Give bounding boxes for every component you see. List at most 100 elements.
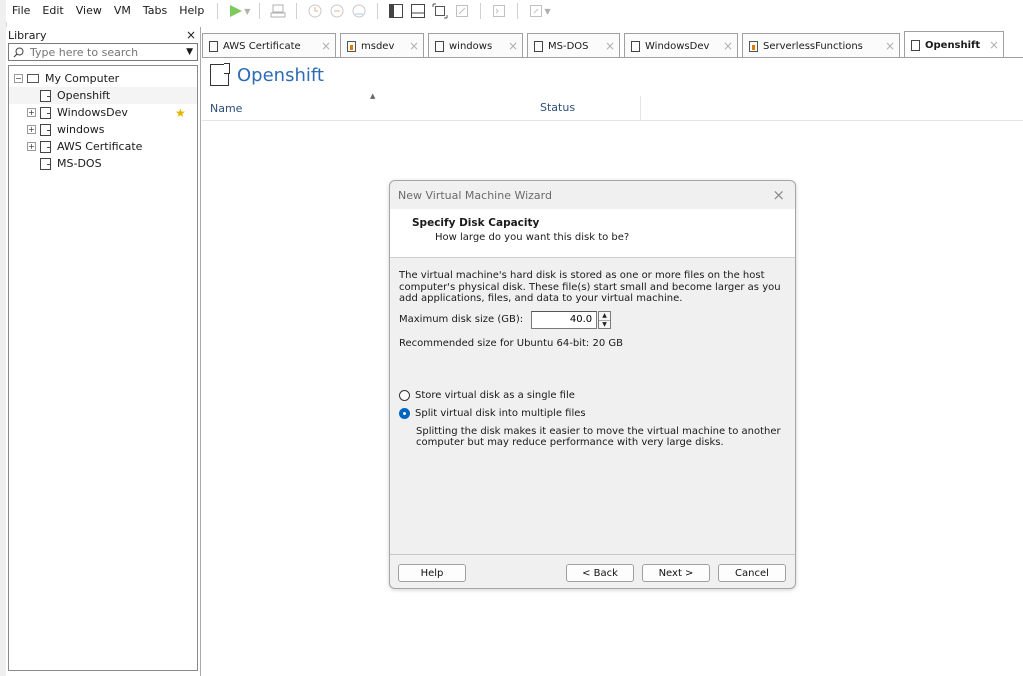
tab-close-icon[interactable]: × [717,39,733,53]
search-icon [13,47,24,57]
library-tree: − My Computer Openshift + WindowsDev ★ +… [8,65,198,671]
radio-label: Store virtual disk as a single file [415,390,575,401]
search-dropdown-icon[interactable]: ▼ [186,47,193,57]
radio-single-file[interactable]: Store virtual disk as a single file [399,387,786,405]
send-keys-icon[interactable] [267,1,289,21]
tree-item-label: My Computer [45,72,120,85]
tab-close-icon[interactable]: × [315,39,331,53]
thumbnail-bar-icon[interactable] [407,1,429,21]
menu-edit[interactable]: Edit [36,0,69,22]
expand-icon[interactable]: + [27,125,36,134]
column-header-label: Name [210,101,243,115]
fit-window-icon[interactable] [429,1,451,21]
tab-openshift[interactable]: Openshift × [904,31,1004,58]
radio-button-unselected[interactable] [399,390,410,401]
dialog-title: New Virtual Machine Wizard [398,188,552,202]
disk-size-spinner[interactable]: ▲ ▼ [598,310,612,329]
tab-msdev[interactable]: msdev × [340,33,424,58]
vm-icon [631,40,640,52]
spin-up-icon[interactable]: ▲ [599,312,611,321]
tab-serverlessfunctions[interactable]: ServerlessFunctions × [742,33,900,58]
tab-aws-certificate[interactable]: AWS Certificate × [202,33,336,58]
tab-label: msdev [361,40,395,52]
tab-close-icon[interactable]: × [599,39,615,53]
console-view-icon[interactable] [488,1,510,21]
vm-icon [209,40,218,52]
tree-item-label: MS-DOS [57,157,102,170]
tree-item-aws-certificate[interactable]: + AWS Certificate [9,138,197,155]
tree-item-windows[interactable]: + windows [9,121,197,138]
snapshot-icon[interactable] [304,1,326,21]
snapshot-manager-icon[interactable] [348,1,370,21]
dialog-heading: Specify Disk Capacity [412,217,540,229]
spin-down-icon[interactable]: ▼ [599,321,610,329]
library-title: Library [8,28,47,42]
vm-title-text: Openshift [237,64,324,86]
fullscreen-icon[interactable] [451,1,473,21]
disk-size-input[interactable] [531,310,598,329]
radio-split-files[interactable]: Split virtual disk into multiple files [399,405,786,423]
tree-item-label: AWS Certificate [57,140,143,153]
library-close-icon[interactable]: × [186,28,196,42]
library-search-input[interactable] [24,45,187,59]
help-button[interactable]: Help [398,564,466,582]
toolbar-separator [517,3,519,19]
menu-help[interactable]: Help [173,0,210,22]
menu-tabs[interactable]: Tabs [137,0,173,22]
menu-bar: File Edit View VM Tabs Help ▼ ▼ [6,0,1023,22]
cancel-button[interactable]: Cancel [718,564,786,582]
disk-storage-options: Store virtual disk as a single file Spli… [399,387,786,449]
tab-label: ServerlessFunctions [763,40,863,52]
stretch-dropdown-icon[interactable]: ▼ [544,7,550,16]
radio-label: Split virtual disk into multiple files [415,408,586,419]
collapse-icon[interactable]: − [14,74,23,83]
library-view-icon[interactable] [385,1,407,21]
dialog-subheading: How large do you want this disk to be? [435,232,630,243]
back-button[interactable]: < Back [566,564,634,582]
vm-icon [435,40,444,52]
expand-icon[interactable]: + [27,108,36,117]
tab-windows[interactable]: windows × [428,33,523,58]
page-title: Openshift [210,63,324,86]
tab-close-icon[interactable]: × [983,38,999,52]
tree-item-ms-dos[interactable]: MS-DOS [9,155,197,172]
tree-item-windowsdev[interactable]: + WindowsDev ★ [9,104,197,121]
tab-close-icon[interactable]: × [879,39,895,53]
vm-orange-icon [347,40,356,52]
toolbar-separator [377,3,379,19]
vm-icon [40,123,51,136]
new-vm-wizard-dialog: New Virtual Machine Wizard × Specify Dis… [389,180,796,589]
menu-view[interactable]: View [70,0,108,22]
column-header-status[interactable]: Status [534,96,641,120]
tab-label: WindowsDev [645,40,710,52]
computer-icon [27,74,39,83]
tab-label: AWS Certificate [223,40,301,52]
menu-vm[interactable]: VM [108,0,137,22]
tab-label: MS-DOS [548,40,589,52]
column-header-name[interactable]: ▲ Name [202,92,534,115]
tree-item-openshift[interactable]: Openshift [9,87,197,104]
toolbar-separator [259,3,261,19]
dialog-footer: Help < Back Next > Cancel [390,554,795,588]
sort-ascending-icon: ▲ [370,91,376,100]
disk-size-row: Maximum disk size (GB): ▲ ▼ [399,310,786,329]
play-dropdown-icon[interactable]: ▼ [244,7,250,16]
library-search: ▼ [8,43,198,61]
dialog-titlebar: New Virtual Machine Wizard × [390,181,795,209]
revert-snapshot-icon[interactable] [326,1,348,21]
recommended-size-text: Recommended size for Ubuntu 64-bit: 20 G… [399,337,623,349]
tab-close-icon[interactable]: × [502,39,518,53]
dialog-close-icon[interactable]: × [772,186,785,204]
favorite-star-icon[interactable]: ★ [175,106,186,120]
expand-icon[interactable]: + [27,142,36,151]
tree-item-label: WindowsDev [57,106,128,119]
tab-close-icon[interactable]: × [403,39,419,53]
tree-item-label: Openshift [57,89,111,102]
tab-windowsdev[interactable]: WindowsDev × [624,33,738,58]
tree-item-my-computer[interactable]: − My Computer [9,70,197,87]
radio-button-selected[interactable] [399,408,410,419]
next-button[interactable]: Next > [642,564,710,582]
menu-file[interactable]: File [6,0,36,22]
tab-ms-dos[interactable]: MS-DOS × [527,33,620,58]
toolbar-separator [480,3,482,19]
